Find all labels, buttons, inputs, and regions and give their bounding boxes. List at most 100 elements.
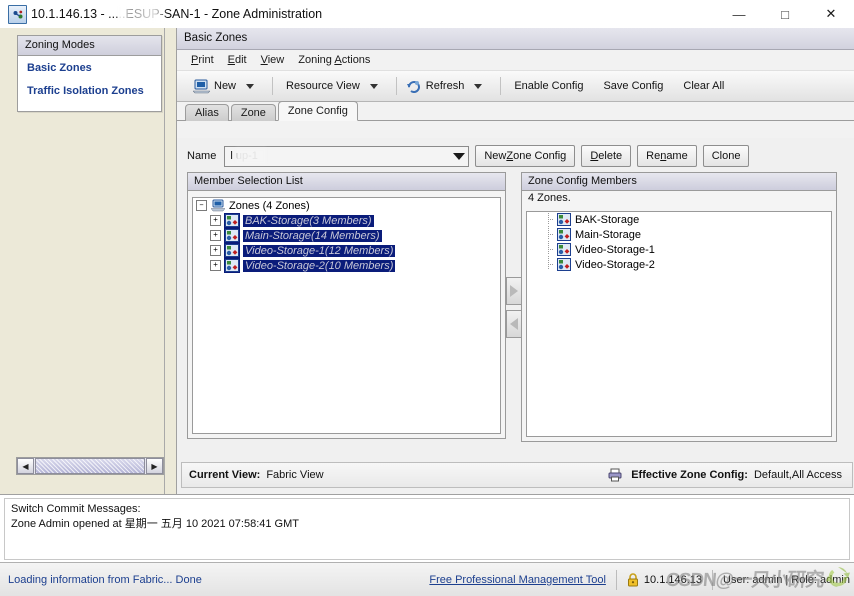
zone-icon [224, 258, 240, 273]
zone-icon [224, 228, 240, 243]
commit-messages-title: Switch Commit Messages: [11, 503, 141, 515]
scroll-right-icon[interactable]: ▶ [146, 458, 163, 474]
menu-print[interactable]: PPrintrint [186, 52, 223, 68]
refresh-icon [406, 79, 422, 93]
tab-zone-config[interactable]: Zone Config [277, 101, 358, 121]
zone-icon [224, 213, 240, 228]
printer-icon[interactable] [607, 468, 623, 482]
member-row-main-storage[interactable]: Main-Storage [527, 226, 831, 242]
enable-config-button[interactable]: Enable Config [504, 71, 593, 101]
clone-button[interactable]: Clone [702, 145, 750, 167]
clear-all-button[interactable]: Clear All [673, 71, 734, 101]
zoning-modes-box: Zoning Modes Basic Zones Traffic Isolati… [17, 35, 162, 112]
tree-connector-icon [544, 241, 554, 254]
zone-icon [557, 213, 571, 226]
name-label: Name [187, 150, 217, 162]
add-member-button[interactable] [506, 277, 522, 305]
refresh-dropdown-caret-icon[interactable] [474, 83, 483, 89]
sidebar-item-basic-zones[interactable]: Basic Zones [18, 56, 161, 79]
resource-view-button[interactable]: Resource View [276, 71, 393, 101]
tab-zone[interactable]: Zone [230, 104, 276, 121]
maximize-button[interactable]: □ [762, 0, 808, 28]
new-zone-config-button[interactable]: New Zone Config [475, 145, 576, 167]
tree-item-bak-storage[interactable]: + BAK-Storage(3 Members) [193, 213, 500, 228]
expand-icon[interactable]: + [210, 245, 221, 256]
toolbar-separator-1 [272, 77, 274, 95]
effective-zone-config-value: Default,All Access [753, 469, 842, 481]
tab-alias[interactable]: Alias [185, 104, 229, 121]
member-row-video-storage-1[interactable]: Video-Storage-1 [527, 241, 831, 257]
window-body: Zoning Modes Basic Zones Traffic Isolati… [0, 28, 854, 494]
rename-button[interactable]: Re n ame [637, 145, 697, 167]
member-selection-tree[interactable]: – Zones (4 Zones) + BAK-Storage(3 Member… [192, 197, 501, 434]
tree-item-label: Video-Storage-1(12 Members) [243, 244, 396, 257]
tab-bar: Alias Zone Zone Config [177, 101, 854, 121]
content-header: Basic Zones [177, 28, 854, 50]
close-button[interactable]: ✕ [808, 0, 854, 28]
tree-connector-icon [544, 256, 554, 269]
remove-member-button[interactable] [506, 310, 522, 338]
member-row-bak-storage[interactable]: BAK-Storage [527, 212, 831, 227]
window-controls: — □ ✕ [716, 0, 854, 28]
new-icon [192, 79, 211, 94]
sidebar-item-traffic-isolation-zones[interactable]: Traffic Isolation Zones [18, 79, 161, 102]
content-panel: Basic Zones PPrintrint Edit View Zoning … [176, 28, 854, 494]
zone-config-panel: Name l up-1 New Zone Config Delete Renam… [177, 138, 854, 494]
refresh-button[interactable]: Refresh [400, 71, 498, 101]
save-config-button[interactable]: Save Config [593, 71, 673, 101]
menu-zoning-actions[interactable]: Zoning Actions [293, 52, 379, 68]
new-button[interactable]: New [187, 71, 269, 101]
tree-item-video-storage-2[interactable]: + Video-Storage-2(10 Members) [193, 258, 500, 273]
scroll-left-icon[interactable]: ◀ [17, 458, 34, 474]
zone-config-name-combo[interactable]: l up-1 [224, 145, 470, 167]
tree-item-main-storage[interactable]: + Main-Storage(14 Members) [193, 228, 500, 243]
bottom-status-right: Free Professional Management Tool 10.1.1… [429, 569, 850, 590]
tree-item-video-storage-1[interactable]: + Video-Storage-1(12 Members) [193, 243, 500, 258]
member-row-video-storage-2[interactable]: Video-Storage-2 [527, 256, 831, 272]
tree-item-label: Video-Storage-2(10 Members) [243, 259, 396, 272]
clear-all-label: Clear All [683, 80, 725, 92]
tree-root-zones[interactable]: – Zones (4 Zones) [193, 198, 500, 213]
resource-view-label: Resource View [286, 80, 360, 92]
tree-item-label: Main-Storage(14 Members) [243, 229, 382, 242]
sidebar-horizontal-scrollbar[interactable]: ◀ ▶ [16, 457, 164, 475]
delete-button[interactable]: Delete [581, 145, 632, 167]
enable-config-label: Enable Config [514, 80, 584, 92]
name-row: Name l up-1 New Zone Config Delete Renam… [177, 138, 854, 169]
member-selection-list: Member Selection List – Zones (4 Zones) … [187, 172, 506, 439]
zone-config-members-tree[interactable]: BAK-Storage Main-Storage Video-Storage-1… [526, 211, 832, 437]
minimize-button[interactable]: — [716, 0, 762, 28]
loading-status-text: Loading information from Fabric... Done [8, 573, 202, 586]
commit-messages-line-1: Zone Admin opened at 星期一 五月 10 2021 07:5… [11, 518, 299, 530]
zone-icon [557, 243, 571, 256]
resource-view-dropdown-caret-icon[interactable] [369, 83, 378, 89]
status-separator-2 [712, 569, 714, 590]
expand-icon[interactable]: + [210, 215, 221, 226]
expand-icon[interactable]: + [210, 260, 221, 271]
menu-edit[interactable]: Edit [223, 52, 256, 68]
lists-area: Member Selection List – Zones (4 Zones) … [177, 172, 854, 462]
transfer-buttons [506, 277, 522, 343]
tree-connector-icon [544, 226, 554, 239]
new-dropdown-caret-icon[interactable] [246, 83, 255, 89]
member-label: Video-Storage-2 [575, 258, 655, 271]
free-professional-management-tool-link[interactable]: Free Professional Management Tool [429, 574, 606, 586]
scrollbar-thumb[interactable] [35, 458, 145, 474]
expand-icon[interactable]: + [210, 230, 221, 241]
server-ip-text: 10.1.146.13 [643, 573, 703, 586]
view-status-bar: Current View: Fabric View Effective Zone… [181, 462, 853, 488]
member-label: Video-Storage-1 [575, 243, 655, 256]
zone-icon [224, 243, 240, 258]
name-redaction-overlay [236, 147, 267, 164]
member-label: Main-Storage [575, 228, 642, 241]
zone-icon [557, 258, 571, 271]
zone-icon [557, 228, 571, 241]
toolbar: New Resource View Refresh Enable Config … [177, 71, 854, 102]
member-selection-list-title: Member Selection List [188, 173, 505, 191]
chevron-down-icon[interactable] [453, 152, 466, 160]
arrow-right-icon [510, 285, 518, 297]
zones-root-label: Zones (4 Zones) [229, 199, 310, 212]
zone-config-members-title: Zone Config Members [522, 173, 836, 191]
collapse-icon[interactable]: – [196, 200, 207, 211]
menu-view[interactable]: View [256, 52, 294, 68]
